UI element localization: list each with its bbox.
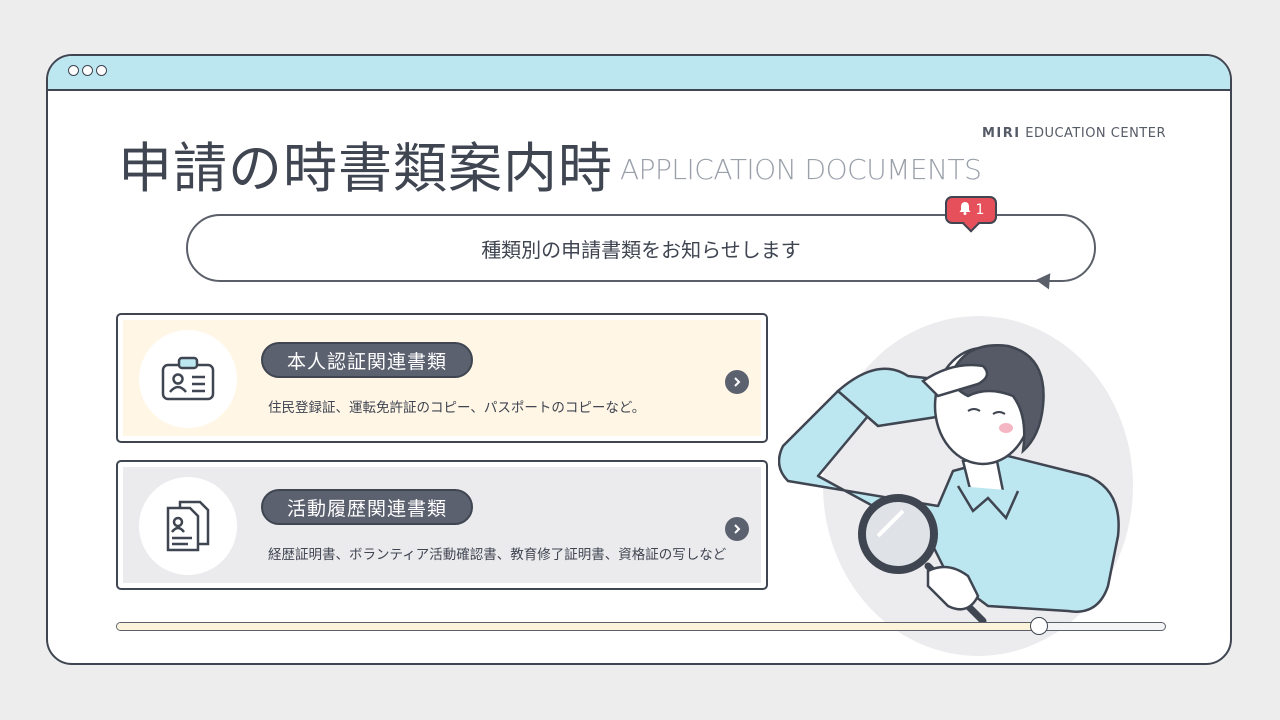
chevron-right-icon[interactable] [725,517,749,541]
category-description: 経歴証明書、ボランティア活動確認書、教育修了証明書、資格証の写しなど [268,547,727,563]
page-subtitle: APPLICATION DOCUMENTS [620,153,982,186]
title-bar [48,56,1230,91]
chevron-right-icon[interactable] [725,370,749,394]
notification-badge[interactable]: 1 [945,196,997,224]
window-control-dot[interactable] [96,65,107,76]
brand-name: MIRI EDUCATION CENTER [981,126,1166,141]
window-control-dot[interactable] [82,65,93,76]
announcement-bubble: 種類別の申請書類をお知らせします [186,214,1096,282]
notification-count: 1 [975,202,985,218]
page-title: 申請の時書類案内時 [118,137,613,200]
documents-icon [139,477,237,575]
category-label: 本人認証関連書類 [261,342,474,378]
id-card-icon [139,330,237,428]
person-with-magnifier-illustration [777,286,1198,660]
category-label: 活動履歴関連書類 [261,489,474,525]
bell-icon [958,201,972,219]
document-category-card-identity[interactable]: 本人認証関連書類 住民登録証、運転免許証のコピー、パスポートのコピーなど。 [116,313,768,443]
progress-fill [117,623,1040,630]
announcement-text: 種類別の申請書類をお知らせします [481,237,801,262]
progress-slider[interactable] [116,617,1166,635]
document-category-card-activity[interactable]: 活動履歴関連書類 経歴証明書、ボランティア活動確認書、教育修了証明書、資格証の写… [116,460,768,590]
app-window: MIRI EDUCATION CENTER 申請の時書類案内時 APPLICAT… [46,54,1232,665]
window-control-dot[interactable] [68,65,79,76]
category-description: 住民登録証、運転免許証のコピー、パスポートのコピーなど。 [268,400,646,416]
window-controls [68,65,107,76]
